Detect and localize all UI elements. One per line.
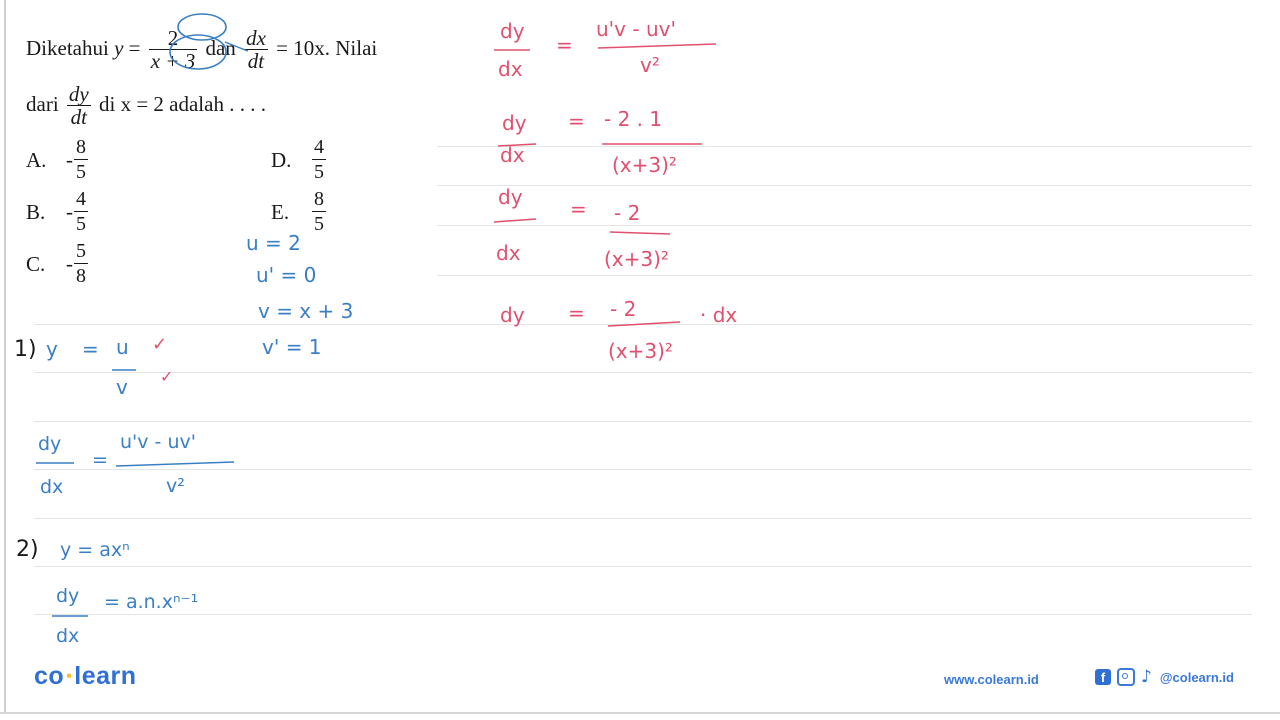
red-rhs-den: v²: [640, 53, 660, 77]
red-lhs-den: dx: [496, 241, 521, 265]
tiktok-icon[interactable]: ♪: [1141, 668, 1152, 686]
colearn-logo[interactable]: co •learn: [34, 662, 137, 691]
step1-label: 1): [14, 337, 37, 362]
red-step-2: dy dx = - 2 . 1 (x+3)²: [497, 107, 702, 177]
def-u: u = 2: [246, 231, 301, 255]
def-v-prime: v' = 1: [262, 335, 322, 359]
red-lhs: dy: [500, 303, 525, 327]
red-rhs-den: (x+3)²: [608, 339, 673, 363]
quotient-rule-blue: dy dx = u'v - uv' v²: [36, 431, 235, 498]
step1-denominator: v: [116, 375, 128, 399]
fraction-bar: [597, 43, 717, 49]
red-step-4: dy = - 2 (x+3)² · dx: [500, 297, 737, 363]
red-equals: =: [568, 109, 585, 133]
fraction-bar: [115, 461, 235, 467]
red-equals: =: [556, 33, 573, 57]
power-rule-line1: y = axⁿ: [60, 539, 130, 561]
red-rhs-den: (x+3)²: [604, 247, 669, 271]
check-mark-icon: ✓: [152, 334, 167, 355]
quot-rhs-num: u'v - uv': [120, 431, 196, 453]
logo-dot: •: [66, 668, 73, 686]
quot-lhs-den: dx: [40, 476, 63, 498]
red-handwriting: dy dx = u'v - uv' v² dy dx = - 2 . 1 (x+…: [493, 17, 737, 363]
red-lhs-den: dx: [498, 57, 523, 81]
page-bottom-border: [0, 712, 1280, 714]
red-lhs-num: dy: [498, 185, 523, 209]
website-link[interactable]: www.colearn.id: [944, 672, 1039, 687]
social-handle[interactable]: @colearn.id: [1160, 670, 1234, 685]
fraction-bar: [607, 321, 681, 327]
red-lhs-num: dy: [500, 19, 525, 43]
def-v: v = x + 3: [258, 299, 353, 323]
step1-equation: y = u v: [46, 335, 136, 399]
red-rhs-num: u'v - uv': [596, 17, 676, 41]
red-step-3: dy dx = - 2 (x+3)²: [493, 185, 671, 271]
power-lhs-num: dy: [56, 585, 79, 607]
quot-lhs-num: dy: [38, 433, 61, 455]
power-rule-rhs: = a.n.xⁿ⁻¹: [104, 591, 198, 613]
red-rhs-num: - 2 . 1: [604, 107, 662, 131]
social-links: f ♪ @colearn.id: [1095, 668, 1234, 686]
step1-numerator: u: [116, 335, 129, 359]
red-rhs-num: - 2: [610, 297, 636, 321]
power-rule: y = axⁿ dy dx = a.n.xⁿ⁻¹: [52, 539, 198, 647]
red-tail-dx: · dx: [700, 303, 737, 327]
red-rhs-den: (x+3)²: [612, 153, 677, 177]
facebook-icon[interactable]: f: [1095, 669, 1111, 685]
instagram-icon[interactable]: [1117, 668, 1135, 686]
red-rhs-num: - 2: [614, 201, 640, 225]
power-lhs-den: dx: [56, 625, 79, 647]
quot-rhs-den: v²: [166, 475, 185, 497]
step1-lhs: y: [46, 337, 58, 361]
check-mark-icon: ✓: [160, 367, 173, 386]
red-step-1: dy dx = u'v - uv' v²: [494, 17, 717, 81]
quot-equals: =: [92, 449, 108, 471]
def-u-prime: u' = 0: [256, 263, 316, 287]
step2-label: 2): [16, 537, 39, 562]
red-equals: =: [568, 301, 585, 325]
red-equals: =: [570, 197, 587, 221]
step1-equals: =: [82, 337, 99, 361]
logo-right: learn: [74, 662, 137, 690]
fraction-bar: [609, 231, 671, 235]
red-lhs-num: dy: [502, 111, 527, 135]
blue-handwriting: u = 2 u' = 0 v = x + 3 v' = 1 1) y = u v…: [14, 231, 353, 647]
uv-definitions: u = 2 u' = 0 v = x + 3 v' = 1: [246, 231, 353, 359]
red-lhs-den: dx: [500, 143, 525, 167]
logo-left: co: [34, 662, 65, 690]
fraction-bar: [493, 218, 537, 223]
